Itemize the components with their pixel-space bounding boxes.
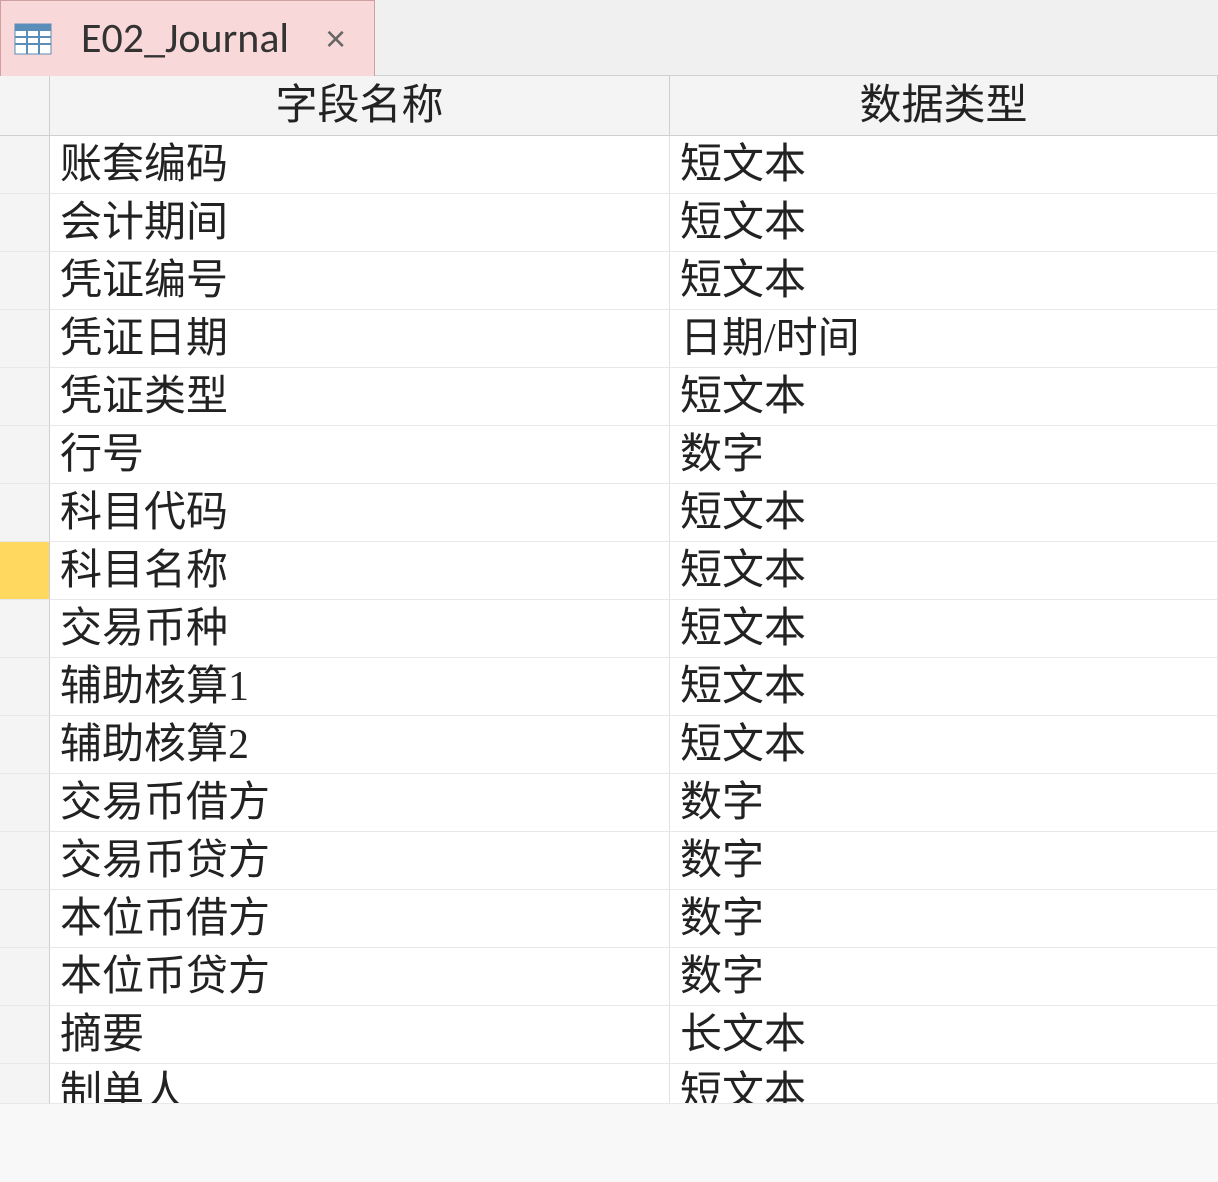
table-design-grid: 字段名称 数据类型 账套编码短文本会计期间短文本凭证编号短文本凭证日期日期/时间… — [0, 76, 1218, 1104]
data-type-cell[interactable]: 短文本 — [670, 252, 1218, 310]
field-name-cell[interactable]: 凭证日期 — [50, 310, 670, 368]
column-header-data-type[interactable]: 数据类型 — [670, 76, 1218, 136]
row-selector[interactable] — [0, 658, 50, 716]
row-selector[interactable] — [0, 484, 50, 542]
data-type-cell[interactable]: 短文本 — [670, 194, 1218, 252]
data-type-cell[interactable]: 短文本 — [670, 716, 1218, 774]
row-selector[interactable] — [0, 600, 50, 658]
row-selector[interactable] — [0, 136, 50, 194]
field-name-cell[interactable]: 会计期间 — [50, 194, 670, 252]
field-name-cell[interactable]: 交易币借方 — [50, 774, 670, 832]
row-selector[interactable] — [0, 1064, 50, 1104]
data-type-cell[interactable]: 短文本 — [670, 658, 1218, 716]
field-name-cell[interactable]: 科目名称 — [50, 542, 670, 600]
tab-label: E02_Journal — [71, 13, 299, 64]
close-icon[interactable]: × — [317, 18, 354, 60]
field-name-cell[interactable]: 本位币借方 — [50, 890, 670, 948]
tab-bar: E02_Journal × — [0, 0, 1218, 76]
data-type-cell[interactable]: 长文本 — [670, 1006, 1218, 1064]
field-name-cell[interactable]: 凭证类型 — [50, 368, 670, 426]
field-name-cell[interactable]: 辅助核算2 — [50, 716, 670, 774]
field-name-cell[interactable]: 账套编码 — [50, 136, 670, 194]
row-selector[interactable] — [0, 426, 50, 484]
row-selector[interactable] — [0, 310, 50, 368]
field-name-cell[interactable]: 摘要 — [50, 1006, 670, 1064]
data-type-cell[interactable]: 数字 — [670, 890, 1218, 948]
data-type-cell[interactable]: 短文本 — [670, 600, 1218, 658]
field-name-cell[interactable]: 交易币贷方 — [50, 832, 670, 890]
field-name-cell[interactable]: 交易币种 — [50, 600, 670, 658]
data-type-cell[interactable]: 日期/时间 — [670, 310, 1218, 368]
field-name-cell[interactable]: 辅助核算1 — [50, 658, 670, 716]
row-selector[interactable] — [0, 194, 50, 252]
row-selector[interactable] — [0, 252, 50, 310]
row-selector[interactable] — [0, 890, 50, 948]
select-all-corner[interactable] — [0, 76, 50, 136]
column-header-field-name[interactable]: 字段名称 — [50, 76, 670, 136]
row-selector[interactable] — [0, 542, 50, 600]
row-selector[interactable] — [0, 832, 50, 890]
row-selector[interactable] — [0, 948, 50, 1006]
data-type-cell[interactable]: 数字 — [670, 774, 1218, 832]
row-selector[interactable] — [0, 774, 50, 832]
field-name-cell[interactable]: 制单人 — [50, 1064, 670, 1104]
data-type-cell[interactable]: 短文本 — [670, 542, 1218, 600]
tab-e02-journal[interactable]: E02_Journal × — [0, 0, 375, 76]
data-type-cell[interactable]: 短文本 — [670, 368, 1218, 426]
field-name-cell[interactable]: 凭证编号 — [50, 252, 670, 310]
data-type-cell[interactable]: 短文本 — [670, 1064, 1218, 1104]
row-selector[interactable] — [0, 716, 50, 774]
data-type-cell[interactable]: 数字 — [670, 426, 1218, 484]
row-selector[interactable] — [0, 1006, 50, 1064]
data-type-cell[interactable]: 短文本 — [670, 136, 1218, 194]
data-type-cell[interactable]: 短文本 — [670, 484, 1218, 542]
data-type-cell[interactable]: 数字 — [670, 948, 1218, 1006]
field-name-cell[interactable]: 本位币贷方 — [50, 948, 670, 1006]
field-name-cell[interactable]: 行号 — [50, 426, 670, 484]
row-selector[interactable] — [0, 368, 50, 426]
table-icon — [13, 21, 53, 57]
field-name-cell[interactable]: 科目代码 — [50, 484, 670, 542]
data-type-cell[interactable]: 数字 — [670, 832, 1218, 890]
